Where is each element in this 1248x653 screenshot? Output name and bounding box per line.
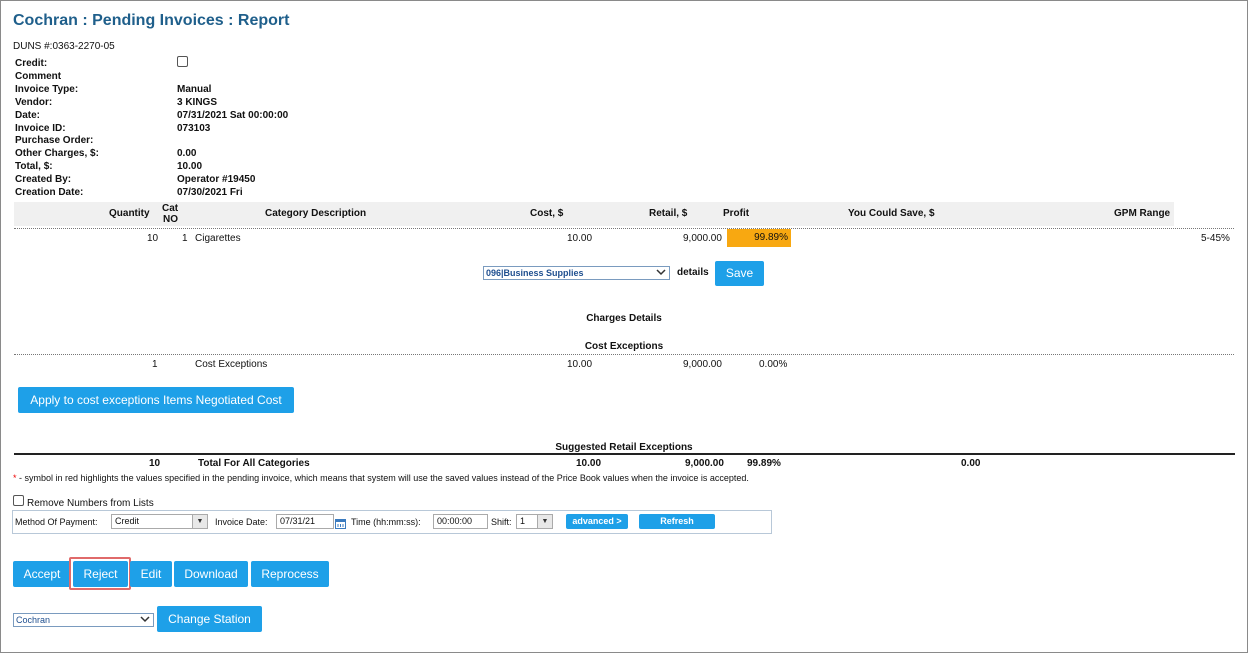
note-text: * - symbol in red highlights the values … (13, 473, 749, 483)
save-button[interactable]: Save (715, 261, 764, 286)
page-frame: Cochran : Pending Invoices : Report DUNS… (0, 0, 1248, 653)
exception-cost: 10.00 (567, 359, 593, 370)
exception-quantity: 1 (152, 359, 158, 370)
row-description: Cigarettes (195, 233, 241, 244)
charges-details-title: Charges Details (586, 313, 662, 324)
header-gpm-range: GPM Range (1114, 208, 1171, 219)
invoice-id-label: Invoice ID: (15, 123, 66, 134)
credit-checkbox[interactable] (177, 56, 188, 67)
duns-number: DUNS #:0363-2270-05 (13, 41, 115, 52)
header-cost: Cost, $ (530, 208, 564, 219)
header-no: NO (163, 214, 178, 225)
advanced-button[interactable]: advanced > (566, 514, 628, 529)
exception-profit: 0.00% (759, 359, 788, 370)
payment-toolbar: Method Of Payment: Credit ▼ Invoice Date… (12, 510, 772, 534)
exception-retail: 9,000.00 (683, 359, 722, 370)
total-cost: 10.00 (576, 458, 602, 469)
total-label: Total, $: (15, 161, 53, 172)
vendor-value: 3 KINGS (177, 97, 218, 108)
category-select[interactable]: 096|Business Supplies (483, 266, 670, 280)
header-cat: Cat (162, 203, 179, 214)
station-select[interactable]: Cochran (13, 613, 154, 627)
totals-divider (14, 453, 1235, 455)
row-profit: 99.89% (727, 229, 791, 247)
row-cat-no: 1 (182, 233, 188, 244)
category-select-value: 096|Business Supplies (486, 268, 584, 278)
change-station-button[interactable]: Change Station (157, 606, 262, 632)
edit-button[interactable]: Edit (130, 561, 172, 587)
cost-exceptions-title: Cost Exceptions (584, 341, 664, 352)
date-label: Date: (15, 110, 41, 121)
total-profit: 99.89% (747, 458, 781, 469)
row-retail: 9,000.00 (683, 233, 722, 244)
shift-label: Shift: (491, 517, 512, 527)
apply-cost-exceptions-button[interactable]: Apply to cost exceptions Items Negotiate… (18, 387, 294, 413)
header-profit: Profit (723, 208, 750, 219)
row-cost: 10.00 (567, 233, 593, 244)
chevron-down-icon (656, 268, 666, 278)
chevron-down-icon (140, 615, 150, 625)
total-retail: 9,000.00 (685, 458, 724, 469)
header-category-description: Category Description (265, 208, 367, 219)
created-by-label: Created By: (15, 174, 72, 185)
creation-date-label: Creation Date: (15, 187, 84, 198)
vendor-label: Vendor: (15, 97, 53, 108)
credit-label: Credit: (15, 58, 48, 69)
time-label: Time (hh:mm:ss): (351, 517, 421, 527)
invoice-type-value: Manual (177, 84, 212, 95)
reject-highlight (69, 557, 131, 590)
shift-input[interactable]: 1 (516, 514, 538, 529)
invoice-date-label: Invoice Date: (215, 517, 268, 527)
other-charges-label: Other Charges, $: (15, 148, 99, 159)
total-value: 10.00 (177, 161, 203, 172)
purchase-order-label: Purchase Order: (15, 135, 94, 146)
note-body: - symbol in red highlights the values sp… (16, 473, 749, 483)
header-divider (14, 228, 1234, 229)
remove-numbers-label: Remove Numbers from Lists (27, 498, 154, 509)
header-you-could-save: You Could Save, $ (848, 208, 935, 219)
calendar-icon[interactable] (335, 516, 346, 534)
invoice-id-value: 073103 (177, 123, 211, 134)
row-gpm-range: 5-45% (1201, 233, 1230, 244)
row-quantity: 10 (147, 233, 159, 244)
total-quantity: 10 (149, 458, 161, 469)
reprocess-button[interactable]: Reprocess (251, 561, 329, 587)
date-value: 07/31/2021 Sat 00:00:00 (177, 110, 289, 121)
header-quantity: Quantity (109, 208, 150, 219)
exception-description: Cost Exceptions (195, 359, 268, 370)
invoice-date-input[interactable]: 07/31/21 (276, 514, 334, 529)
time-input[interactable]: 00:00:00 (433, 514, 488, 529)
method-of-payment-input[interactable]: Credit (111, 514, 193, 529)
shift-dropdown-button[interactable]: ▼ (537, 514, 553, 529)
cost-exceptions-divider (14, 354, 1234, 355)
accept-button[interactable]: Accept (13, 561, 71, 587)
other-charges-value: 0.00 (177, 148, 197, 159)
details-label: details (677, 267, 709, 278)
creation-date-value: 07/30/2021 Fri (177, 187, 243, 198)
header-retail: Retail, $ (649, 208, 688, 219)
suggested-retail-title: Suggested Retail Exceptions (555, 442, 693, 453)
page-title: Cochran : Pending Invoices : Report (13, 12, 290, 29)
method-of-payment-label: Method Of Payment: (15, 517, 98, 527)
comment-label: Comment (15, 71, 62, 82)
invoice-type-label: Invoice Type: (15, 84, 79, 95)
payment-dropdown-button[interactable]: ▼ (192, 514, 208, 529)
remove-numbers-checkbox[interactable] (13, 495, 24, 506)
table-header: Quantity Cat NO Category Description Cos… (14, 202, 1174, 226)
refresh-button[interactable]: Refresh (639, 514, 715, 529)
station-select-value: Cochran (16, 615, 51, 625)
download-button[interactable]: Download (174, 561, 248, 587)
created-by-value: Operator #19450 (177, 174, 256, 185)
total-label: Total For All Categories (198, 458, 310, 469)
total-save: 0.00 (961, 458, 981, 469)
